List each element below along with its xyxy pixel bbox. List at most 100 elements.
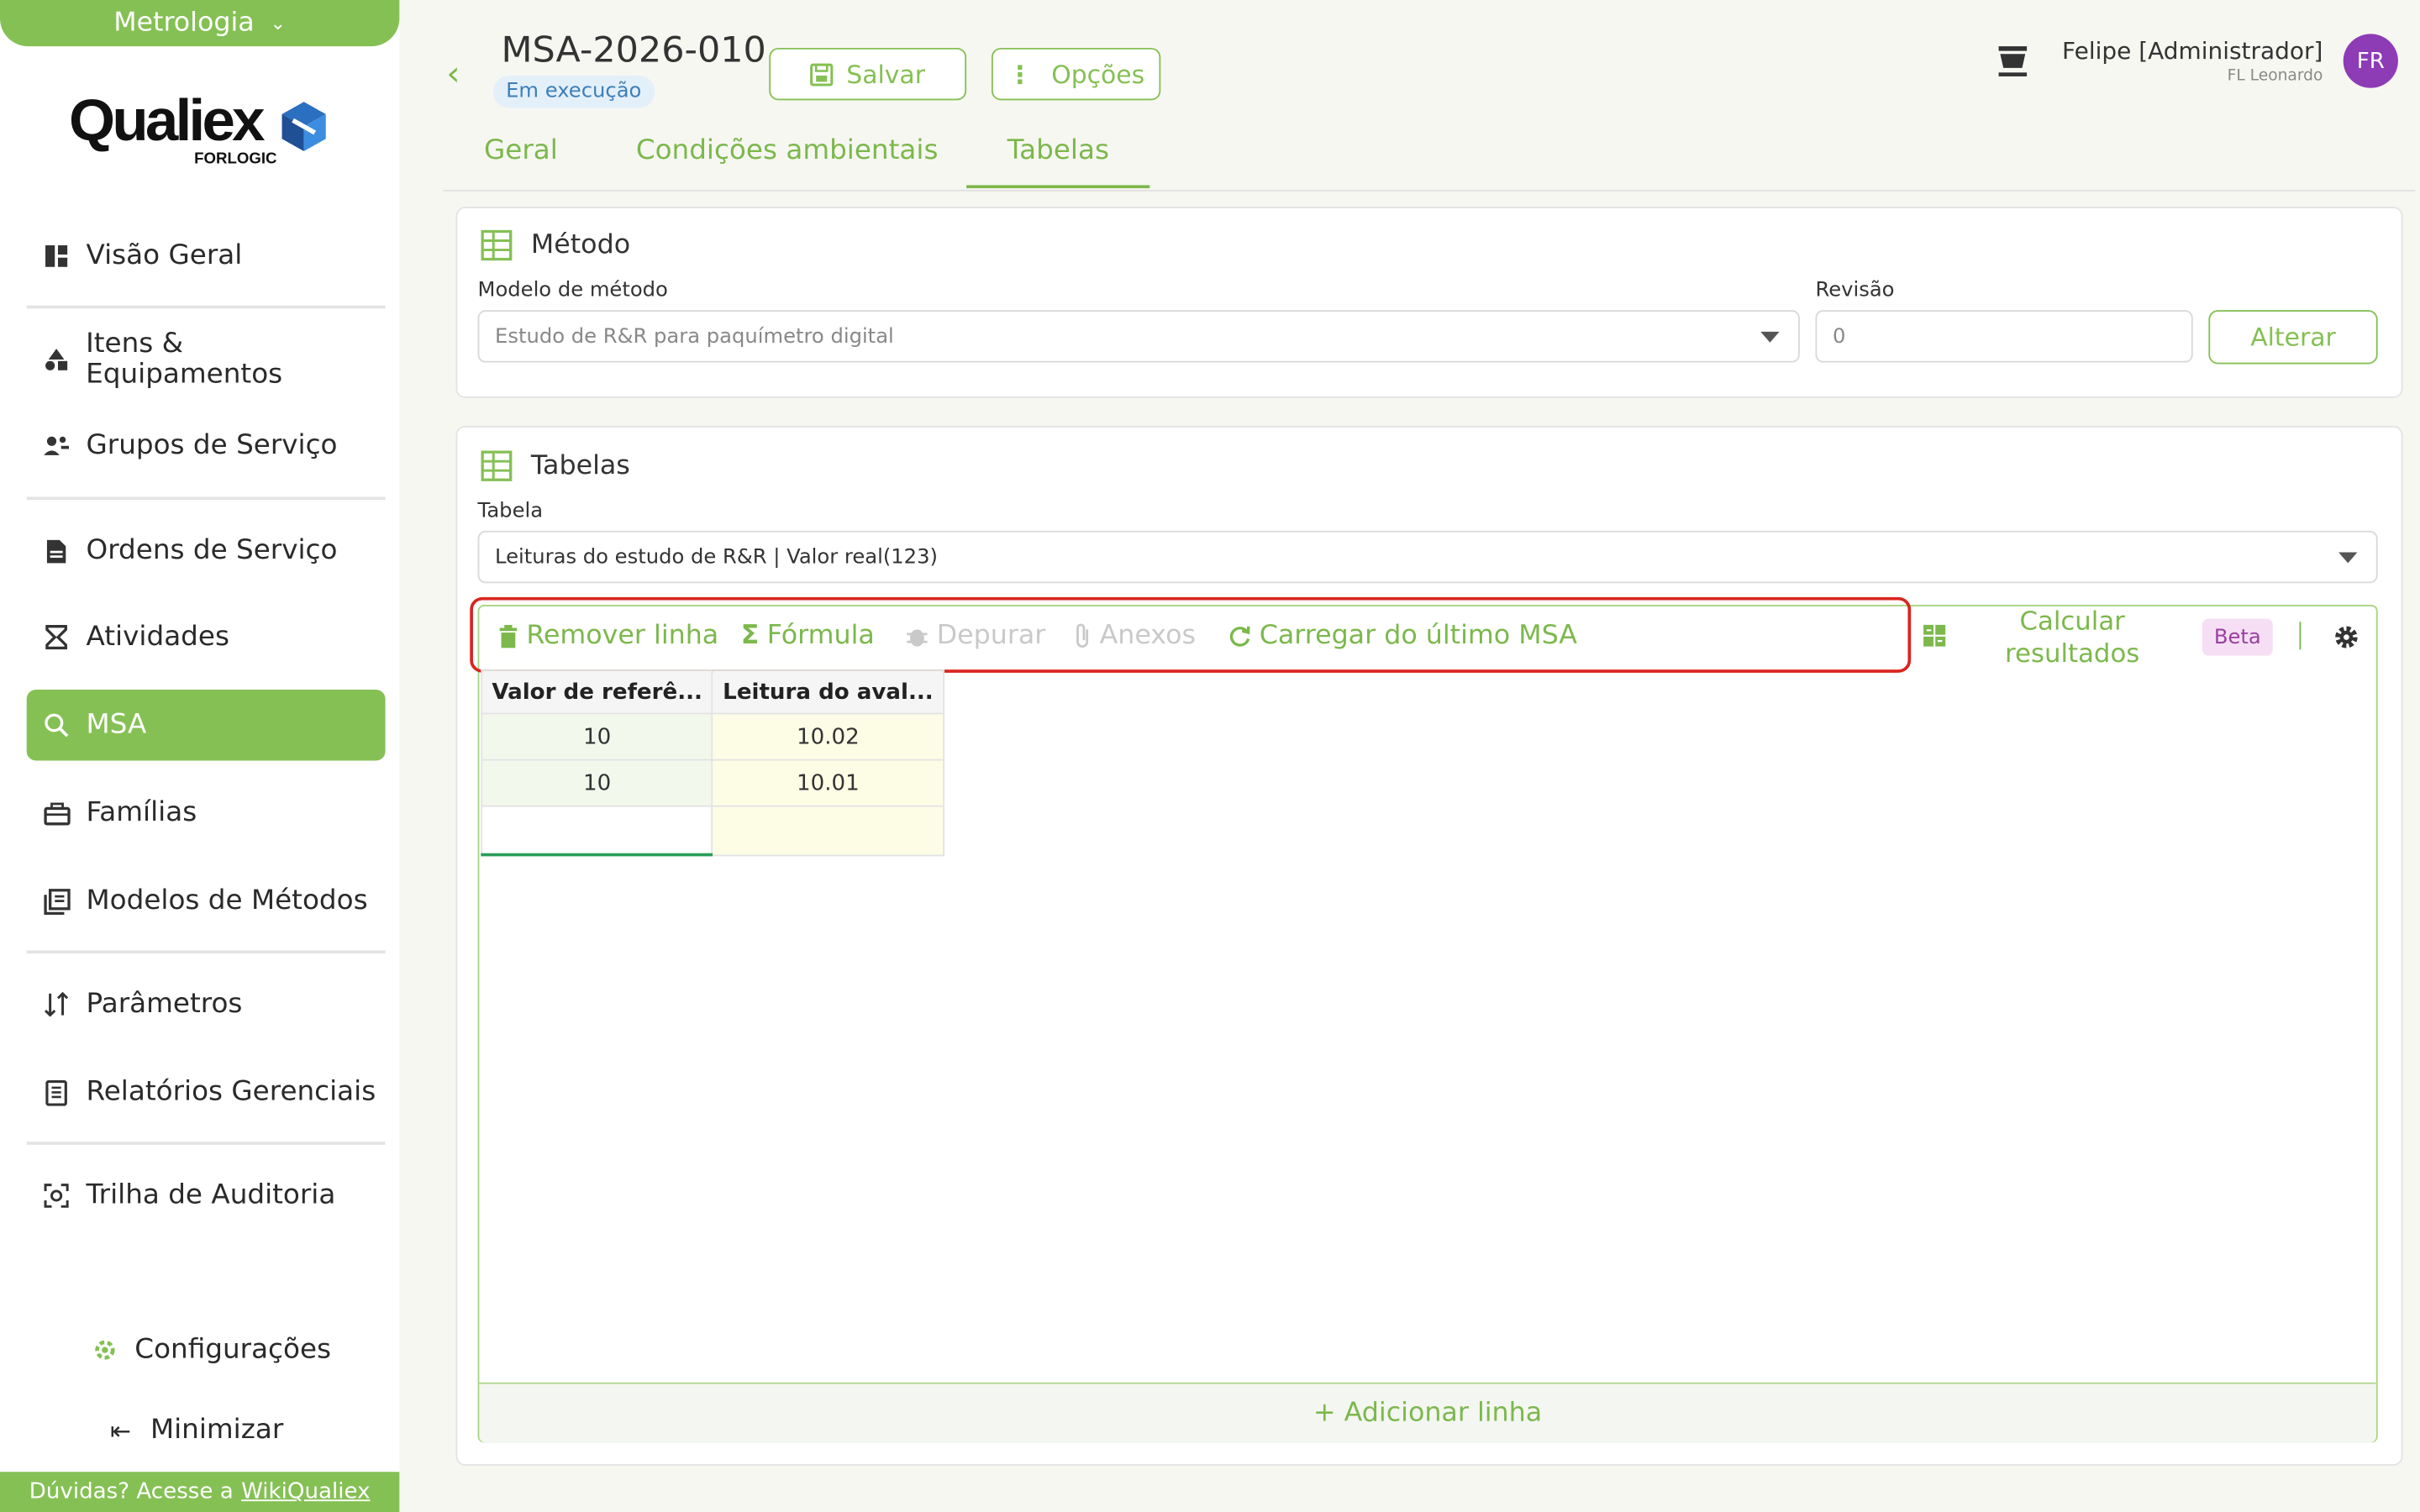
method-card (455, 207, 2403, 398)
sidebar-item-trilha-auditoria[interactable]: Trilha de Auditoria (27, 1160, 386, 1231)
sidebar-item-visao-geral[interactable]: Visão Geral (27, 221, 386, 291)
beta-badge: Beta (2202, 618, 2273, 656)
change-label: Alterar (2250, 322, 2336, 352)
model-value: Estudo de R&R para paquímetro digital (495, 324, 894, 349)
options-label: Opções (1051, 59, 1145, 89)
model-label: Modelo de método (477, 279, 668, 302)
table-cell-editing[interactable] (481, 805, 714, 857)
logo-subtitle: FORLOGIC (194, 150, 277, 169)
active-tab-indicator (966, 185, 1150, 189)
table-label: Tabela (477, 500, 544, 523)
sidebar-minimize[interactable]: ⇤ Minimizar (91, 1394, 388, 1465)
sidebar-item-parametros[interactable]: Parâmetros (27, 969, 386, 1039)
page-title: MSA-2026-010 (501, 30, 766, 71)
collapse-left-icon: ⇤ (110, 1415, 132, 1446)
toolbar-separator (2299, 622, 2302, 650)
table-cell[interactable]: 10 (481, 712, 714, 761)
save-button[interactable]: Salvar (769, 47, 967, 101)
user-org: FL Leonardo (2227, 67, 2323, 86)
sidebar-item-label: Ordens de Serviço (86, 535, 338, 567)
column-header-reference[interactable]: Valor de referê... (481, 669, 714, 715)
report-icon (42, 1079, 71, 1106)
change-method-button[interactable]: Alterar (2208, 310, 2378, 365)
calculate-line1: Calcular (2019, 606, 2125, 636)
calculator-icon[interactable] (1922, 623, 1947, 654)
settings-label: Configurações (134, 1334, 332, 1366)
add-row-button[interactable]: + Adicionar linha (479, 1382, 2376, 1443)
sidebar-item-label: MSA (86, 709, 147, 741)
revision-value: 0 (1832, 324, 1846, 349)
sidebar-item-modelos-metodos[interactable]: Modelos de Métodos (27, 865, 386, 936)
revision-field[interactable]: 0 (1815, 310, 2193, 363)
options-button[interactable]: ⋮ Opções (991, 47, 1161, 101)
sidebar-divider (26, 1142, 386, 1145)
gear-icon (91, 1336, 119, 1364)
table-row: 10 10.01 (481, 759, 944, 807)
column-header-reading[interactable]: Leitura do aval... (712, 669, 944, 715)
sidebar-item-label: Atividades (86, 622, 229, 653)
wiki-link[interactable]: WikiQualiex (241, 1479, 370, 1504)
audit-icon (42, 1182, 71, 1210)
sidebar-item-label: Grupos de Serviço (86, 430, 338, 462)
caret-down-icon (1760, 331, 1780, 343)
table-row: 10 10.02 (481, 712, 944, 761)
user-name: Felipe [Administrador] (2062, 37, 2323, 66)
sidebar-divider (26, 950, 386, 954)
briefcase-icon (42, 799, 71, 827)
library-icon (42, 887, 71, 915)
toolbar-highlight-box (470, 596, 1912, 673)
sidebar-item-ordens-servico[interactable]: Ordens de Serviço (27, 515, 386, 585)
table-value: Leituras do estudo de R&R | Valor real(1… (495, 545, 939, 569)
module-label: Metrologia (113, 8, 255, 39)
save-icon (810, 62, 834, 86)
group-icon (42, 432, 71, 459)
sidebar: Metrologia ⌄ Qualiex FORLOGIC Visão Gera… (0, 0, 400, 1512)
sidebar-item-label: Parâmetros (86, 989, 243, 1021)
revision-label: Revisão (1815, 279, 1895, 302)
table-cell[interactable] (712, 805, 944, 856)
sidebar-item-atividades[interactable]: Atividades (27, 601, 386, 672)
module-selector[interactable]: Metrologia ⌄ (0, 0, 400, 47)
caret-down-icon (2338, 552, 2358, 564)
avatar[interactable]: FR (2343, 34, 2398, 88)
sidebar-item-itens-equipamentos[interactable]: Itens & Equipamentos (27, 324, 386, 395)
magnifier-icon (42, 711, 71, 739)
method-model-select[interactable]: Estudo de R&R para paquímetro digital (477, 310, 1800, 363)
sidebar-item-label: Modelos de Métodos (86, 885, 368, 917)
tab-tabelas[interactable]: Tabelas (1007, 136, 1109, 167)
sidebar-settings[interactable]: Configurações (75, 1315, 388, 1385)
coffee-cup-icon[interactable] (1996, 43, 2030, 86)
table-select[interactable]: Leituras do estudo de R&R | Valor real(1… (477, 530, 2378, 584)
method-card-title: Método (481, 229, 630, 261)
sidebar-divider (26, 305, 386, 309)
tables-card-title: Tabelas (481, 450, 630, 481)
sidebar-item-grupos-servico[interactable]: Grupos de Serviço (27, 411, 386, 481)
sidebar-divider (26, 496, 386, 501)
calculate-line2: resultados (2005, 638, 2140, 669)
minimize-label: Minimizar (150, 1415, 284, 1446)
back-arrow-icon[interactable]: ‹ (446, 55, 460, 94)
tab-geral[interactable]: Geral (484, 136, 558, 167)
shapes-icon (42, 345, 70, 373)
tab-condicoes-ambientais[interactable]: Condições ambientais (636, 136, 939, 167)
save-label: Salvar (846, 59, 925, 89)
sidebar-item-label: Famílias (86, 797, 197, 829)
sidebar-item-familias[interactable]: Famílias (27, 778, 386, 848)
gear-icon[interactable] (2333, 623, 2361, 657)
logo-wordmark: Qualiex (69, 89, 266, 155)
table-cell[interactable]: 10 (481, 759, 714, 807)
logo-mark-icon (281, 102, 326, 151)
sidebar-item-msa[interactable]: MSA (26, 690, 386, 761)
status-badge: Em execução (493, 75, 655, 108)
help-text: Dúvidas? Acesse a (29, 1479, 234, 1504)
calculate-results-button[interactable]: Calcular resultados (1986, 605, 2159, 669)
user-info[interactable]: Felipe [Administrador] FL Leonardo (2062, 37, 2323, 85)
table-cell[interactable]: 10.02 (712, 712, 944, 761)
sort-icon (42, 990, 71, 1018)
sidebar-item-label: Itens & Equipamentos (86, 328, 283, 391)
table-cell[interactable]: 10.01 (712, 759, 944, 807)
table-icon (481, 229, 513, 261)
tabs-divider (443, 189, 2416, 192)
document-icon (42, 537, 71, 564)
sidebar-item-relatorios[interactable]: Relatórios Gerenciais (27, 1057, 386, 1127)
